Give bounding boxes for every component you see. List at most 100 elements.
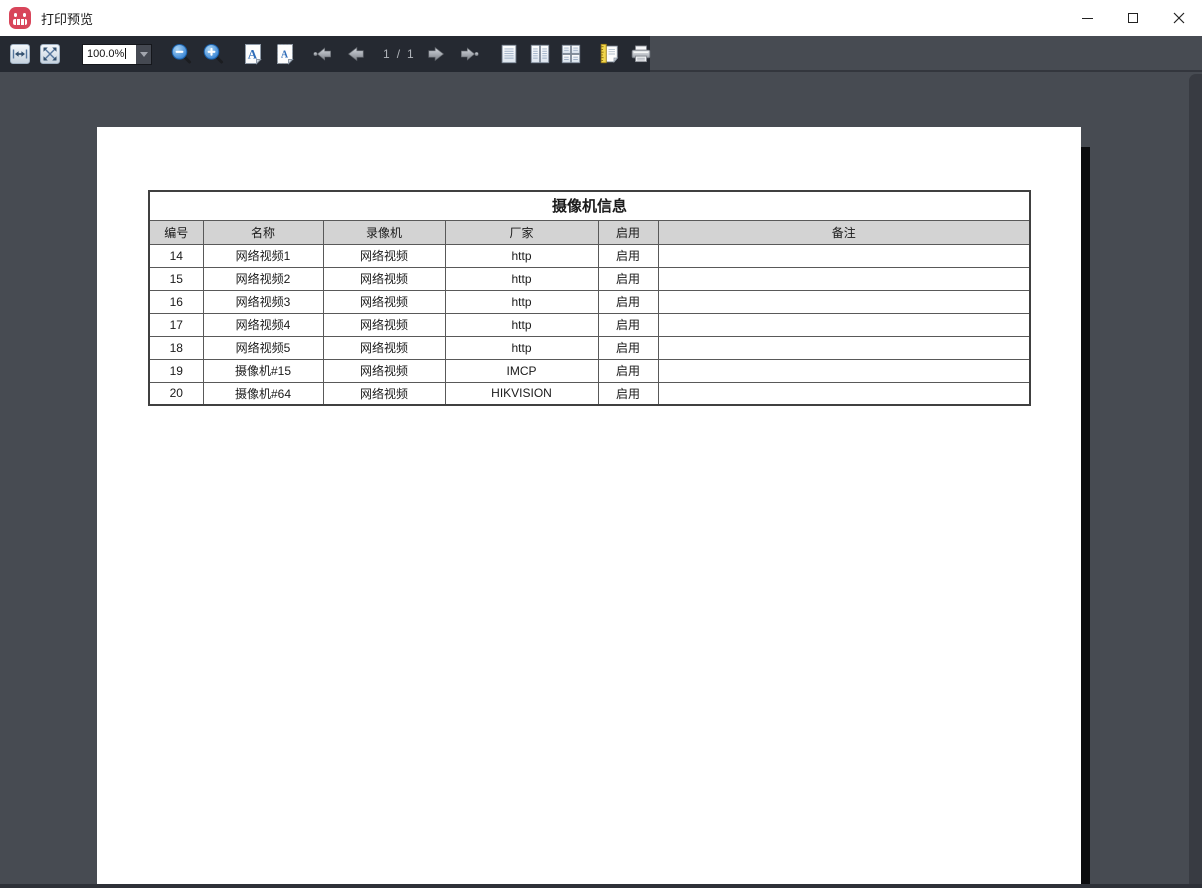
zoom-in-icon [202, 43, 224, 65]
table-row: 17网络视频4网络视频http启用 [149, 313, 1030, 336]
table-row: 18网络视频5网络视频http启用 [149, 336, 1030, 359]
table-cell: 启用 [598, 290, 658, 313]
two-page-layout-button[interactable] [529, 43, 551, 65]
single-page-icon [498, 42, 520, 66]
two-page-icon [529, 42, 551, 66]
zoom-out-button[interactable] [170, 43, 192, 65]
table-cell: 18 [149, 336, 203, 359]
fit-width-button[interactable] [10, 43, 30, 65]
print-button[interactable] [630, 43, 652, 65]
page-current: 1 [383, 47, 391, 61]
table-cell: 网络视频4 [203, 313, 323, 336]
font-increase-button[interactable]: A [242, 43, 264, 65]
table-cell: 15 [149, 267, 203, 290]
table-cell: 启用 [598, 267, 658, 290]
toolbar: 100.0% [0, 36, 1202, 72]
page-setup-icon [598, 42, 620, 66]
titlebar: 打印预览 [0, 0, 1202, 36]
column-header: 名称 [203, 220, 323, 244]
table-cell [658, 382, 1030, 405]
table-cell [658, 313, 1030, 336]
table-cell [658, 244, 1030, 267]
toolbar-band: 100.0% [0, 36, 650, 72]
table-cell: 网络视频 [323, 267, 445, 290]
table-cell [658, 267, 1030, 290]
table-cell: 启用 [598, 359, 658, 382]
table-cell: 网络视频 [323, 244, 445, 267]
next-page-icon [426, 43, 448, 65]
first-page-button[interactable] [312, 43, 334, 65]
table-cell: http [445, 313, 598, 336]
window-title: 打印预览 [41, 9, 93, 28]
table-cell: 启用 [598, 244, 658, 267]
table-cell: 网络视频 [323, 359, 445, 382]
table-cell: 19 [149, 359, 203, 382]
table-cell: http [445, 267, 598, 290]
chevron-down-icon [140, 52, 148, 57]
close-button[interactable] [1156, 0, 1202, 36]
print-icon [630, 42, 652, 66]
table-cell: 网络视频 [323, 336, 445, 359]
table-cell: 摄像机#64 [203, 382, 323, 405]
zoom-combobox: 100.0% [82, 44, 152, 65]
table-cell: 网络视频2 [203, 267, 323, 290]
table-cell [658, 359, 1030, 382]
table-cell: 17 [149, 313, 203, 336]
table-row: 20摄像机#64网络视频HIKVISION启用 [149, 382, 1030, 405]
table-cell: 摄像机#15 [203, 359, 323, 382]
window-bottom-edge [0, 884, 1202, 888]
font-decrease-button[interactable]: A [274, 43, 296, 65]
zoom-in-button[interactable] [202, 43, 224, 65]
last-page-button[interactable] [458, 43, 480, 65]
table-cell: http [445, 336, 598, 359]
page-divider: / [397, 47, 401, 61]
prev-page-icon [344, 43, 366, 65]
preview-workspace: 摄像机信息 编号 名称 录像机 厂家 启用 备注 14网络视频1网络视频http… [0, 74, 1202, 884]
four-page-icon [560, 42, 582, 66]
close-icon [1173, 12, 1185, 24]
camera-report-table: 摄像机信息 编号 名称 录像机 厂家 启用 备注 14网络视频1网络视频http… [148, 190, 1031, 406]
table-cell: 启用 [598, 382, 658, 405]
window-controls [1064, 0, 1202, 36]
column-header: 编号 [149, 220, 203, 244]
table-cell: 14 [149, 244, 203, 267]
table-cell: http [445, 290, 598, 313]
zoom-out-icon [170, 43, 192, 65]
table-cell: http [445, 244, 598, 267]
table-cell: 网络视频 [323, 290, 445, 313]
table-row: 15网络视频2网络视频http启用 [149, 267, 1030, 290]
four-page-layout-button[interactable] [560, 43, 582, 65]
table-cell: 网络视频 [323, 382, 445, 405]
table-cell: 网络视频 [323, 313, 445, 336]
last-page-icon [458, 43, 480, 65]
table-cell: HIKVISION [445, 382, 598, 405]
svg-text:A: A [281, 50, 289, 61]
column-header: 启用 [598, 220, 658, 244]
maximize-button[interactable] [1110, 0, 1156, 36]
table-cell: IMCP [445, 359, 598, 382]
zoom-input[interactable]: 100.0% [83, 45, 136, 64]
report-header-row: 编号 名称 录像机 厂家 启用 备注 [149, 220, 1030, 244]
next-page-button[interactable] [426, 43, 448, 65]
prev-page-button[interactable] [344, 43, 366, 65]
vertical-scrollbar[interactable] [1189, 74, 1202, 884]
fit-page-icon [40, 44, 60, 64]
minimize-icon [1082, 18, 1093, 19]
minimize-button[interactable] [1064, 0, 1110, 36]
zoom-dropdown-button[interactable] [136, 45, 151, 64]
column-header: 备注 [658, 220, 1030, 244]
table-cell: 网络视频5 [203, 336, 323, 359]
table-cell [658, 290, 1030, 313]
preview-page: 摄像机信息 编号 名称 录像机 厂家 启用 备注 14网络视频1网络视频http… [97, 127, 1081, 884]
table-row: 14网络视频1网络视频http启用 [149, 244, 1030, 267]
single-page-layout-button[interactable] [498, 43, 520, 65]
page-setup-button[interactable] [598, 43, 620, 65]
column-header: 厂家 [445, 220, 598, 244]
fit-page-button[interactable] [40, 43, 60, 65]
table-cell: 启用 [598, 313, 658, 336]
column-header: 录像机 [323, 220, 445, 244]
first-page-icon [312, 43, 334, 65]
page-total: 1 [407, 47, 415, 61]
fit-width-icon [10, 44, 30, 64]
table-cell: 16 [149, 290, 203, 313]
